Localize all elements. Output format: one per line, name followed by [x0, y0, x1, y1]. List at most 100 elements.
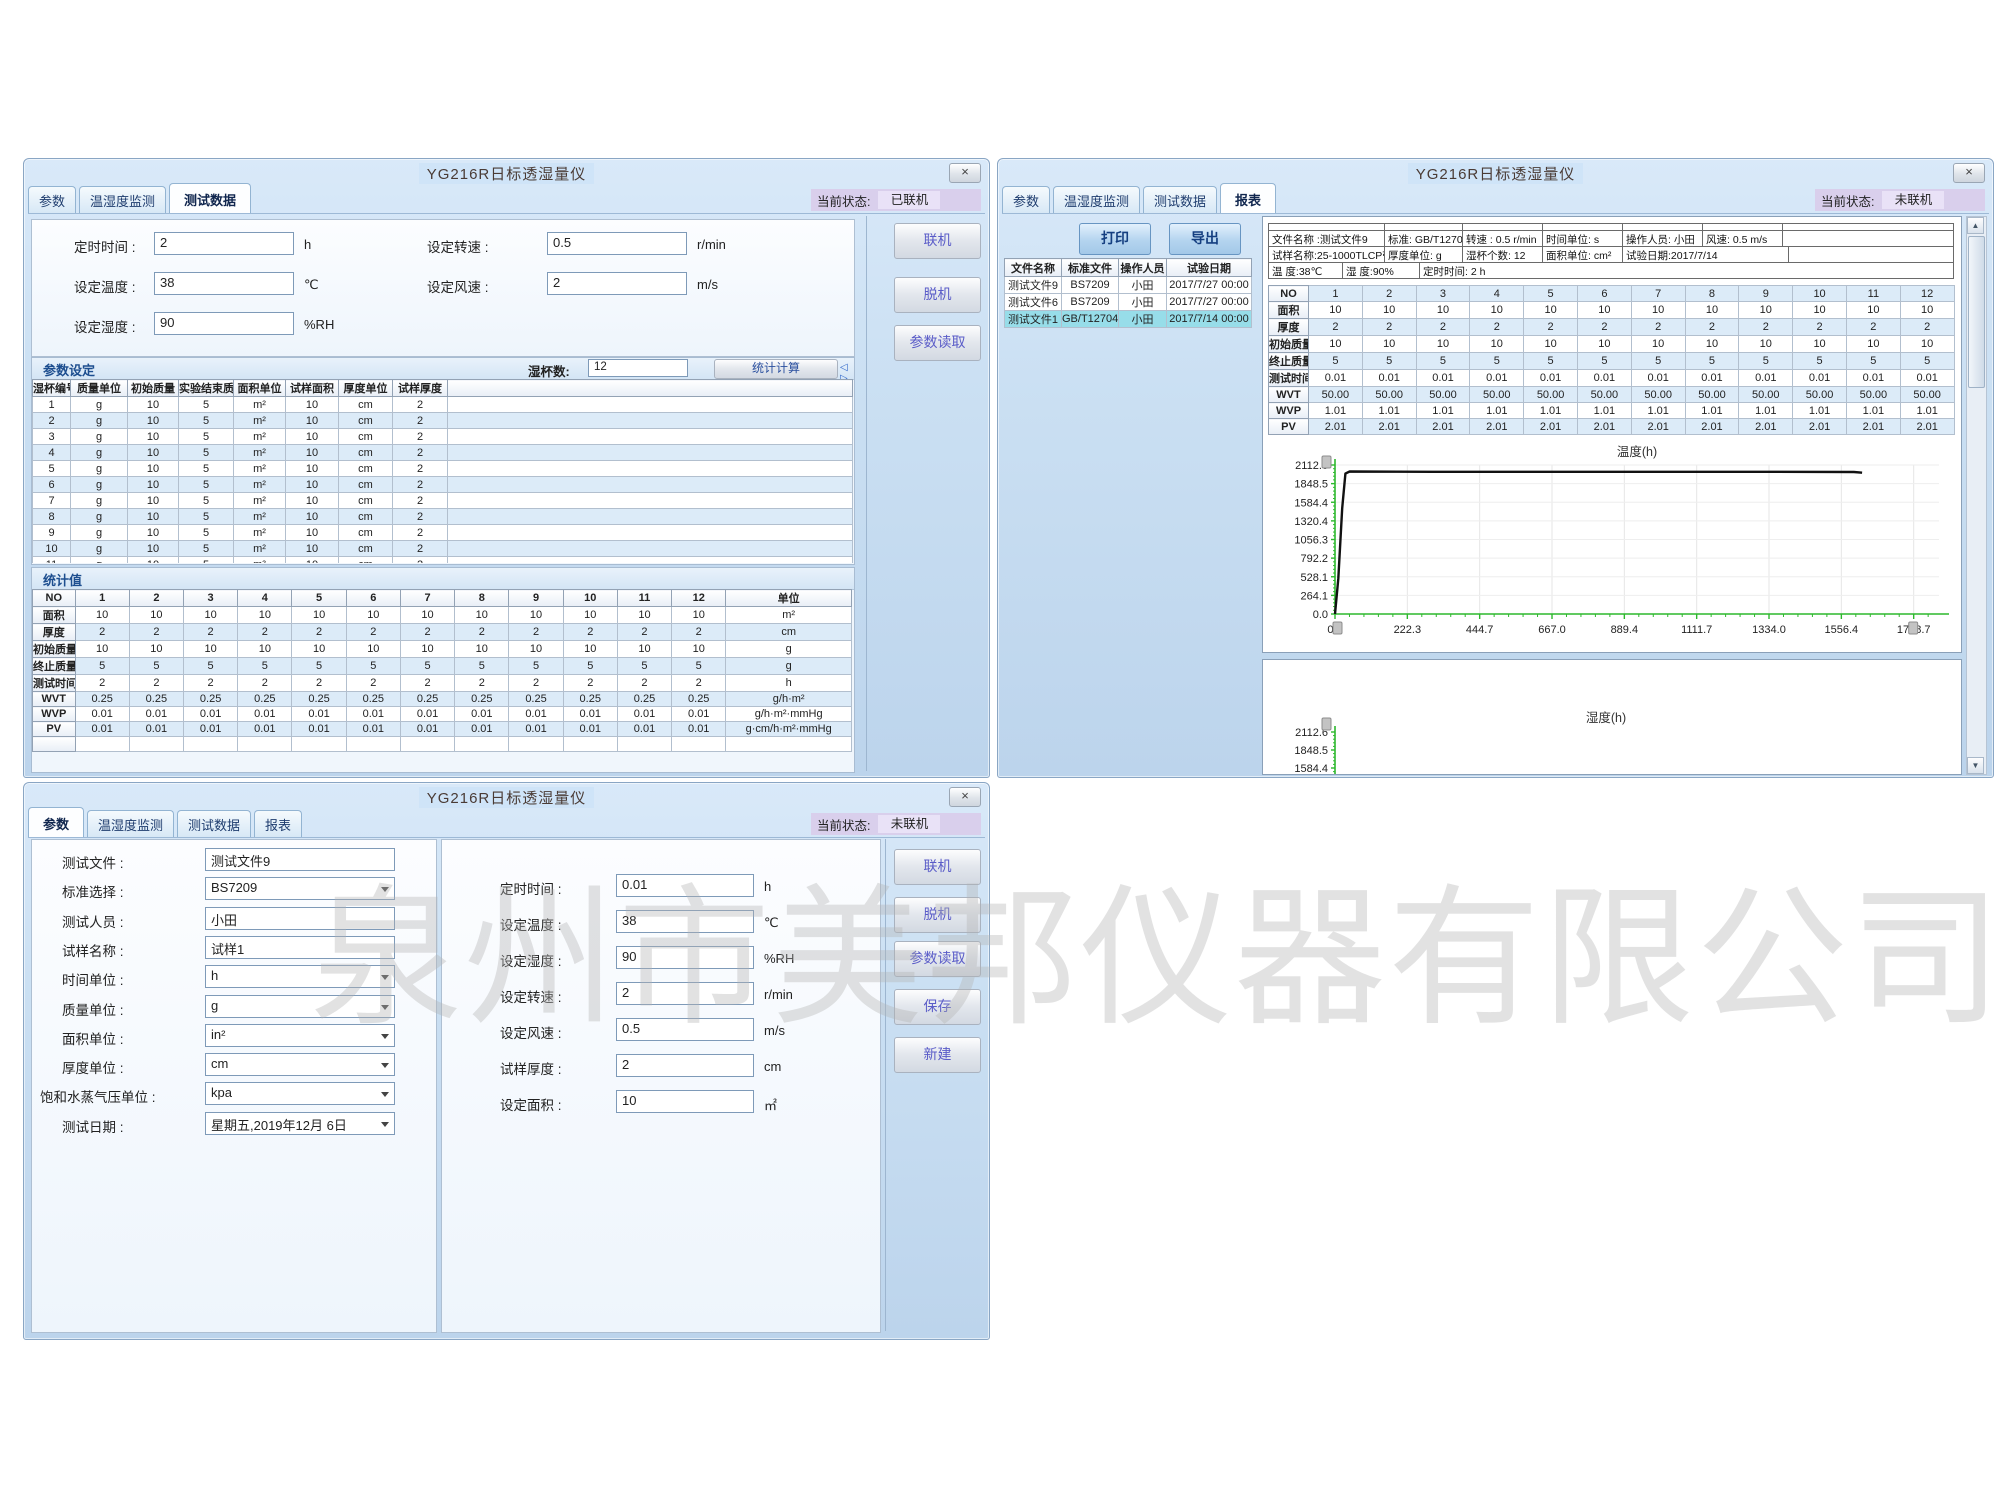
tab-温湿度监测[interactable]: 温湿度监测 — [87, 810, 174, 837]
side-button-参数读取[interactable]: 参数读取 — [894, 325, 981, 361]
side-button-脱机[interactable]: 脱机 — [894, 277, 981, 313]
tab-报表[interactable]: 报表 — [1220, 183, 1276, 213]
dropdown-arrow-icon[interactable] — [381, 887, 389, 892]
table-row[interactable]: 5g105m²10cm2 — [33, 461, 853, 477]
table-row[interactable]: 初始质量101010101010101010101010g — [33, 641, 852, 658]
dropdown-arrow-icon[interactable] — [381, 1034, 389, 1039]
table-row[interactable]: 测试时间0.010.010.010.010.010.010.010.010.01… — [1269, 370, 1955, 387]
tab-参数[interactable]: 参数 — [1002, 186, 1050, 213]
table-row[interactable]: WVP1.011.011.011.011.011.011.011.011.011… — [1269, 403, 1955, 419]
param-table[interactable]: 湿杯编号质量单位初始质量实验结束质量面积单位试样面积厚度单位试样厚度1g105m… — [32, 379, 853, 563]
titlebar[interactable]: YG216R日标透湿量仪 — [24, 783, 989, 809]
field-input[interactable]: 10 — [616, 1090, 754, 1113]
table-row[interactable]: 6g105m²10cm2 — [33, 477, 853, 493]
table-row[interactable]: 8g105m²10cm2 — [33, 509, 853, 525]
table-row[interactable]: PV0.010.010.010.010.010.010.010.010.010.… — [33, 722, 852, 737]
table-row[interactable]: 终止质量555555555555g — [33, 658, 852, 675]
table-row[interactable]: 初始质量101010101010101010101010 — [1269, 336, 1955, 353]
cup-count-input[interactable]: 12 — [588, 359, 688, 377]
table-row[interactable]: 测试文件9BS7209小田2017/7/27 00:00 — [1005, 277, 1252, 294]
table-row[interactable]: NO123456789101112 — [1269, 286, 1955, 302]
table-row[interactable]: 终止质量555555555555 — [1269, 353, 1955, 370]
field-dropdown[interactable]: h — [205, 965, 395, 988]
table-row[interactable]: 测试文件1GB/T12704小田2017/7/14 00:00 — [1005, 311, 1252, 328]
field-dropdown[interactable]: cm — [205, 1053, 395, 1076]
field-dropdown[interactable]: in² — [205, 1024, 395, 1047]
dropdown-arrow-icon[interactable] — [381, 1063, 389, 1068]
tab-参数[interactable]: 参数 — [28, 186, 76, 213]
close-icon[interactable]: × — [949, 787, 981, 807]
table-row[interactable]: 面积101010101010101010101010m² — [33, 607, 852, 624]
table-row[interactable]: WVT0.250.250.250.250.250.250.250.250.250… — [33, 692, 852, 707]
tab-测试数据[interactable]: 测试数据 — [1143, 186, 1217, 213]
side-button-保存[interactable]: 保存 — [894, 989, 981, 1025]
report-scrollbar[interactable]: ▲ ▼ — [1966, 216, 1987, 775]
dropdown-arrow-icon[interactable] — [381, 1122, 389, 1127]
table-row[interactable] — [33, 737, 852, 752]
table-row[interactable]: WVP0.010.010.010.010.010.010.010.010.010… — [33, 707, 852, 722]
table-row[interactable]: 测试时间222222222222h — [33, 675, 852, 692]
table-row[interactable]: 7g105m²10cm2 — [33, 493, 853, 509]
table-row[interactable]: PV2.012.012.012.012.012.012.012.012.012.… — [1269, 419, 1955, 435]
stats-table[interactable]: NO123456789101112单位面积1010101010101010101… — [32, 589, 852, 752]
print-button[interactable]: 打印 — [1079, 223, 1151, 255]
field-input[interactable]: 0.5 — [547, 232, 687, 255]
export-button[interactable]: 导出 — [1169, 223, 1241, 255]
scrollbar-thumb[interactable] — [1968, 236, 1985, 388]
field-input[interactable]: 38 — [154, 272, 294, 295]
table-row[interactable]: 4g105m²10cm2 — [33, 445, 853, 461]
titlebar[interactable]: YG216R日标透湿量仪 — [998, 159, 1993, 185]
field-input[interactable]: 试样1 — [205, 936, 395, 959]
dropdown-arrow-icon[interactable] — [381, 975, 389, 980]
tab-报表[interactable]: 报表 — [254, 810, 302, 837]
file-table[interactable]: 文件名称标准文件操作人员试验日期测试文件9BS7209小田2017/7/27 0… — [1004, 258, 1252, 328]
table-row[interactable]: 测试文件6BS7209小田2017/7/27 00:00 — [1005, 294, 1252, 311]
table-row[interactable]: 厚度222222222222 — [1269, 319, 1955, 336]
tab-测试数据[interactable]: 测试数据 — [169, 183, 251, 213]
info-row: 文件名称 :测试文件9标准: GB/T12704转速 : 0.5 r/min时间… — [1268, 231, 1954, 247]
side-button-新建[interactable]: 新建 — [894, 1037, 981, 1073]
tab-参数[interactable]: 参数 — [28, 807, 84, 837]
side-button-参数读取[interactable]: 参数读取 — [894, 941, 981, 977]
side-button-联机[interactable]: 联机 — [894, 849, 981, 885]
calc-stats-button[interactable]: 统计计算 — [714, 359, 838, 379]
side-button-联机[interactable]: 联机 — [894, 223, 981, 259]
field-input[interactable]: 90 — [616, 946, 754, 969]
scroll-up-icon[interactable]: ▲ — [1967, 217, 1984, 234]
field-input[interactable]: 2 — [154, 232, 294, 255]
table-row[interactable]: 11g105m²10cm2 — [33, 557, 853, 564]
field-input[interactable]: 0.5 — [616, 1018, 754, 1041]
table-row[interactable]: 1g105m²10cm2 — [33, 397, 853, 413]
field-input[interactable]: 2 — [616, 1054, 754, 1077]
titlebar[interactable]: YG216R日标透湿量仪 — [24, 159, 989, 185]
svg-text:1056.3: 1056.3 — [1294, 535, 1328, 547]
table-row[interactable]: 3g105m²10cm2 — [33, 429, 853, 445]
field-input[interactable]: 2 — [616, 982, 754, 1005]
side-button-脱机[interactable]: 脱机 — [894, 897, 981, 933]
table-row[interactable]: 9g105m²10cm2 — [33, 525, 853, 541]
table-row[interactable]: 面积101010101010101010101010 — [1269, 302, 1955, 319]
status-label: 当前状态: — [817, 815, 870, 834]
tab-测试数据[interactable]: 测试数据 — [177, 810, 251, 837]
close-icon[interactable]: × — [949, 163, 981, 183]
field-dropdown[interactable]: g — [205, 995, 395, 1018]
scroll-down-icon[interactable]: ▼ — [1967, 757, 1984, 774]
field-dropdown[interactable]: 星期五,2019年12月 6日 — [205, 1112, 395, 1135]
field-dropdown[interactable]: BS7209 — [205, 877, 395, 900]
tab-温湿度监测[interactable]: 温湿度监测 — [1053, 186, 1140, 213]
close-icon[interactable]: × — [1953, 163, 1985, 183]
table-row[interactable]: 10g105m²10cm2 — [33, 541, 853, 557]
field-input[interactable]: 90 — [154, 312, 294, 335]
field-input[interactable]: 小田 — [205, 907, 395, 930]
field-input[interactable]: 38 — [616, 910, 754, 933]
table-row[interactable]: 2g105m²10cm2 — [33, 413, 853, 429]
dropdown-arrow-icon[interactable] — [381, 1005, 389, 1010]
dropdown-arrow-icon[interactable] — [381, 1092, 389, 1097]
field-dropdown[interactable]: kpa — [205, 1082, 395, 1105]
field-input[interactable]: 测试文件9 — [205, 848, 395, 871]
table-row[interactable]: WVT50.0050.0050.0050.0050.0050.0050.0050… — [1269, 387, 1955, 403]
field-input[interactable]: 2 — [547, 272, 687, 295]
table-row[interactable]: 厚度222222222222cm — [33, 624, 852, 641]
tab-温湿度监测[interactable]: 温湿度监测 — [79, 186, 166, 213]
field-input[interactable]: 0.01 — [616, 874, 754, 897]
